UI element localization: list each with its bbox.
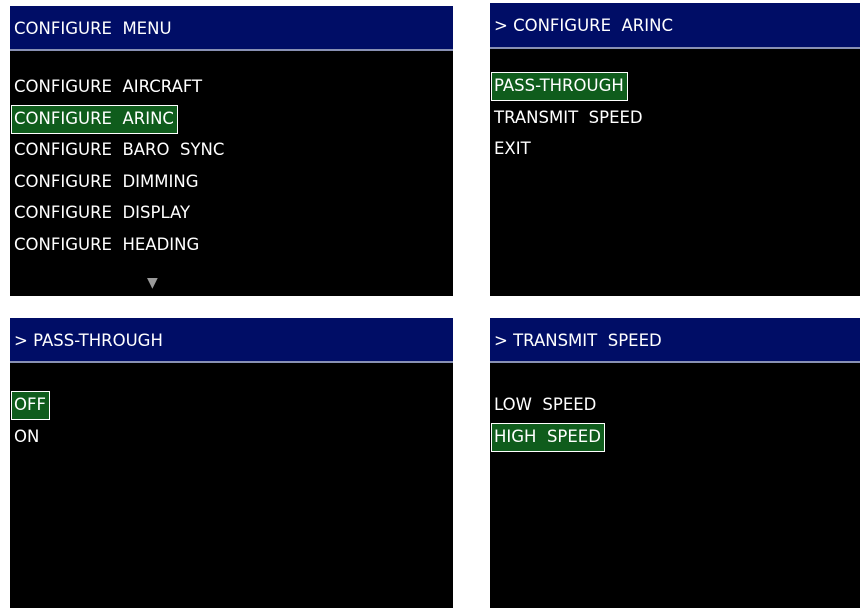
menu-item-label: OFF <box>11 391 50 420</box>
menu-item-label: PASS-THROUGH <box>491 72 628 101</box>
screen-title: > TRANSMIT SPEED <box>490 318 860 363</box>
configure-arinc-screen: > CONFIGURE ARINC PASS-THROUGH TRANSMIT … <box>490 3 860 296</box>
menu-item-label: LOW SPEED <box>494 395 597 414</box>
screen-title: > PASS-THROUGH <box>10 318 453 363</box>
menu-item-configure-baro-sync[interactable]: CONFIGURE BARO SYNC <box>10 134 453 166</box>
menu-list: PASS-THROUGH TRANSMIT SPEED EXIT <box>490 70 860 165</box>
menu-item-transmit-speed[interactable]: TRANSMIT SPEED <box>490 102 860 134</box>
menu-item-label: ON <box>14 426 40 446</box>
menu-item-exit[interactable]: EXIT <box>490 133 860 165</box>
menu-item-low-speed[interactable]: LOW SPEED <box>490 389 860 421</box>
screen-title: > CONFIGURE ARINC <box>490 3 860 49</box>
pass-through-screen: > PASS-THROUGH OFF ON <box>10 318 453 608</box>
menu-list: OFF ON <box>10 389 453 452</box>
menu-item-configure-display[interactable]: CONFIGURE DISPLAY <box>10 197 453 229</box>
menu-item-configure-arinc[interactable]: CONFIGURE ARINC <box>10 103 453 135</box>
transmit-speed-screen: > TRANSMIT SPEED LOW SPEED HIGH SPEED <box>490 318 860 608</box>
menu-item-label: CONFIGURE DISPLAY <box>14 203 191 223</box>
menu-item-on[interactable]: ON <box>10 421 453 453</box>
menu-item-configure-aircraft[interactable]: CONFIGURE AIRCRAFT <box>10 71 453 103</box>
menu-list: CONFIGURE AIRCRAFT CONFIGURE ARINC CONFI… <box>10 71 453 261</box>
menu-item-high-speed[interactable]: HIGH SPEED <box>490 421 860 453</box>
menu-item-off[interactable]: OFF <box>10 389 453 421</box>
menu-list: LOW SPEED HIGH SPEED <box>490 389 860 452</box>
menu-item-configure-heading[interactable]: CONFIGURE HEADING <box>10 229 453 261</box>
menu-item-label: CONFIGURE DIMMING <box>14 171 199 191</box>
menu-item-label: CONFIGURE ARINC <box>11 104 178 134</box>
scroll-down-arrow-icon[interactable]: ▼ <box>147 276 158 290</box>
menu-item-label: CONFIGURE BARO SYNC <box>14 140 225 160</box>
configure-menu-screen: CONFIGURE MENU CONFIGURE AIRCRAFT CONFIG… <box>10 6 453 296</box>
screen-title: CONFIGURE MENU <box>10 6 453 51</box>
menu-item-label: HIGH SPEED <box>491 422 605 452</box>
menu-item-label: CONFIGURE AIRCRAFT <box>14 77 203 96</box>
menu-item-configure-dimming[interactable]: CONFIGURE DIMMING <box>10 166 453 198</box>
menu-item-label: EXIT <box>494 139 531 159</box>
menu-item-label: TRANSMIT SPEED <box>494 107 643 127</box>
menu-item-label: CONFIGURE HEADING <box>14 234 200 254</box>
menu-item-pass-through[interactable]: PASS-THROUGH <box>490 70 860 102</box>
